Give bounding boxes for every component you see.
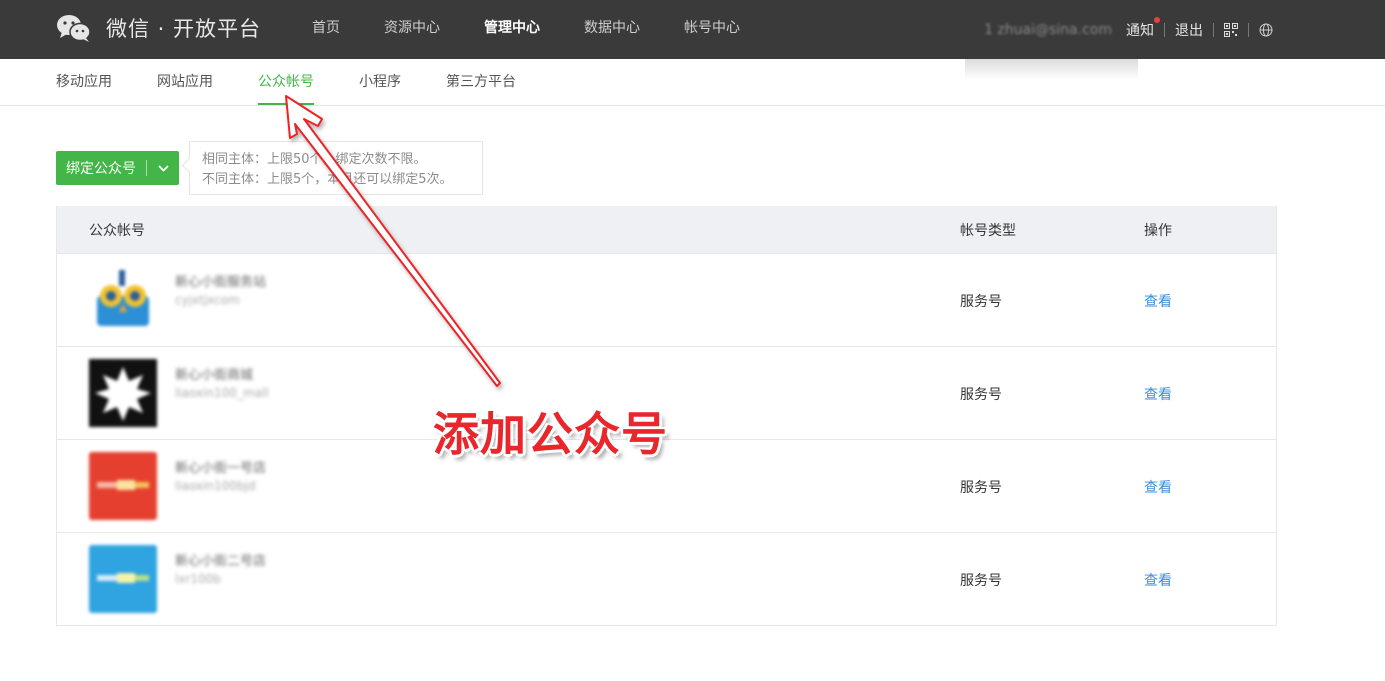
qrcode-icon[interactable] <box>1224 22 1238 37</box>
account-type: 服务号 <box>960 294 1002 310</box>
nav-account[interactable]: 帐号中心 <box>662 0 762 59</box>
brand-name: 微信 · 开放平台 <box>106 17 262 41</box>
main-nav: 首页 资源中心 管理中心 数据中心 帐号中心 <box>290 0 762 59</box>
tab-mini-programs[interactable]: 小程序 <box>359 59 401 105</box>
account-id: liaoxin100bjd <box>175 479 256 493</box>
nav-data[interactable]: 数据中心 <box>562 0 662 59</box>
nav-management[interactable]: 管理中心 <box>462 0 562 59</box>
bind-limit-tip: 相同主体：上限50个，绑定次数不限。 不同主体：上限5个，本月还可以绑定5次。 <box>189 141 483 195</box>
user-email[interactable]: 1 zhuai@sina.com <box>984 22 1112 38</box>
divider <box>1248 22 1249 37</box>
account-id: cyjxtjxcom <box>175 293 240 307</box>
globe-icon[interactable] <box>1259 23 1273 37</box>
tab-official-accounts[interactable]: 公众帐号 <box>258 59 314 105</box>
sub-nav: 移动应用 网站应用 公众帐号 小程序 第三方平台 <box>0 59 1385 106</box>
tab-web-apps[interactable]: 网站应用 <box>157 59 213 105</box>
view-link[interactable]: 查看 <box>1144 291 1172 311</box>
account-avatar <box>89 266 157 334</box>
notify-label: 通知 <box>1126 22 1154 39</box>
table-header: 公众帐号 帐号类型 操作 <box>57 206 1276 253</box>
tip-line-diff-entity: 不同主体：上限5个，本月还可以绑定5次。 <box>202 172 453 187</box>
account-name: 新心小街服务站 <box>175 275 267 290</box>
top-bar: 微信 · 开放平台 首页 资源中心 管理中心 数据中心 帐号中心 1 zhuai… <box>0 0 1385 59</box>
account-type: 服务号 <box>960 480 1002 496</box>
view-link[interactable]: 查看 <box>1144 384 1172 404</box>
view-link[interactable]: 查看 <box>1144 570 1172 590</box>
account-avatar <box>89 545 157 613</box>
tip-line-same-entity: 相同主体：上限50个，绑定次数不限。 <box>202 152 427 167</box>
header-action: 操作 <box>1144 222 1172 239</box>
account-name: 新心小街一号店 <box>175 461 267 476</box>
notify-dot <box>1154 16 1160 23</box>
account-type: 服务号 <box>960 387 1002 403</box>
bind-account-button[interactable]: 绑定公众号 <box>56 151 179 185</box>
notify-link[interactable]: 通知 <box>1126 16 1160 40</box>
account-id: lxr100b <box>175 572 221 586</box>
user-area: 1 zhuai@sina.com 通知 退出 <box>984 0 1273 59</box>
divider <box>1164 22 1165 37</box>
account-avatar <box>89 452 157 520</box>
account-name: 新心小街商城 <box>175 368 254 383</box>
nav-home[interactable]: 首页 <box>290 0 362 59</box>
table-row: 新心小街二号店 lxr100b 服务号 查看 <box>57 532 1276 625</box>
bind-account-label: 绑定公众号 <box>66 161 136 177</box>
table-row: 新心小街服务站 cyjxtjxcom 服务号 查看 <box>57 253 1276 346</box>
account-avatar <box>89 359 157 427</box>
tab-mobile-apps[interactable]: 移动应用 <box>56 59 112 105</box>
account-type: 服务号 <box>960 573 1002 589</box>
wechat-logo-icon <box>57 15 91 42</box>
header-account: 公众帐号 <box>89 222 145 239</box>
account-id: liaoxin100_mall <box>175 386 269 400</box>
logout-link[interactable]: 退出 <box>1175 20 1203 40</box>
nav-resources[interactable]: 资源中心 <box>362 0 462 59</box>
tab-third-party[interactable]: 第三方平台 <box>446 59 516 105</box>
account-name: 新心小街二号店 <box>175 554 267 569</box>
header-type: 帐号类型 <box>960 222 1016 239</box>
divider <box>1213 22 1214 37</box>
brand-logo[interactable]: 微信 · 开放平台 <box>56 12 261 44</box>
annotation-label: 添加公众号 <box>433 407 668 461</box>
view-link[interactable]: 查看 <box>1144 477 1172 497</box>
chevron-down-icon[interactable] <box>147 164 179 172</box>
